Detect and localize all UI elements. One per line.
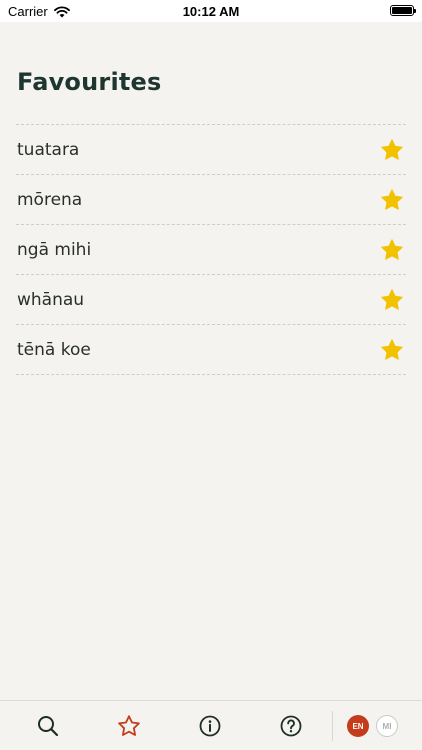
search-icon[interactable] bbox=[36, 714, 60, 738]
star-icon[interactable] bbox=[380, 338, 404, 362]
language-mi-button[interactable]: MI bbox=[376, 715, 398, 737]
star-icon[interactable] bbox=[380, 288, 404, 312]
star-icon[interactable] bbox=[380, 238, 404, 262]
list-item[interactable]: tuatara bbox=[16, 125, 406, 175]
list-item[interactable]: whānau bbox=[16, 275, 406, 325]
star-icon[interactable] bbox=[380, 138, 404, 162]
list-item[interactable]: mōrena bbox=[16, 175, 406, 225]
tab-info[interactable] bbox=[195, 711, 225, 741]
tab-divider bbox=[332, 711, 333, 741]
favourite-word[interactable]: whānau bbox=[17, 290, 84, 310]
page-title: Favourites bbox=[17, 68, 162, 96]
battery-icon bbox=[390, 5, 416, 16]
status-bar: Carrier 10:12 AM bbox=[0, 0, 422, 22]
language-en-button[interactable]: EN bbox=[347, 715, 369, 737]
star-icon[interactable] bbox=[380, 188, 404, 212]
status-time: 10:12 AM bbox=[182, 4, 240, 19]
tab-search[interactable] bbox=[33, 711, 63, 741]
tab-favourites[interactable] bbox=[114, 711, 144, 741]
favourites-list: tuatara mōrena ngā mihi whānau tēnā koe bbox=[16, 124, 406, 375]
favourite-word[interactable]: ngā mihi bbox=[17, 240, 91, 260]
tab-help[interactable] bbox=[276, 711, 306, 741]
favourite-word[interactable]: mōrena bbox=[17, 190, 82, 210]
list-item[interactable]: ngā mihi bbox=[16, 225, 406, 275]
battery-fill bbox=[392, 7, 412, 14]
help-icon[interactable] bbox=[279, 714, 303, 738]
favourite-word[interactable]: tēnā koe bbox=[17, 340, 91, 360]
list-item[interactable]: tēnā koe bbox=[16, 325, 406, 375]
status-right bbox=[390, 5, 416, 16]
tab-bar: EN MI bbox=[0, 700, 422, 750]
star-outline-icon[interactable] bbox=[117, 714, 141, 738]
favourite-word[interactable]: tuatara bbox=[17, 140, 79, 160]
info-icon[interactable] bbox=[198, 714, 222, 738]
